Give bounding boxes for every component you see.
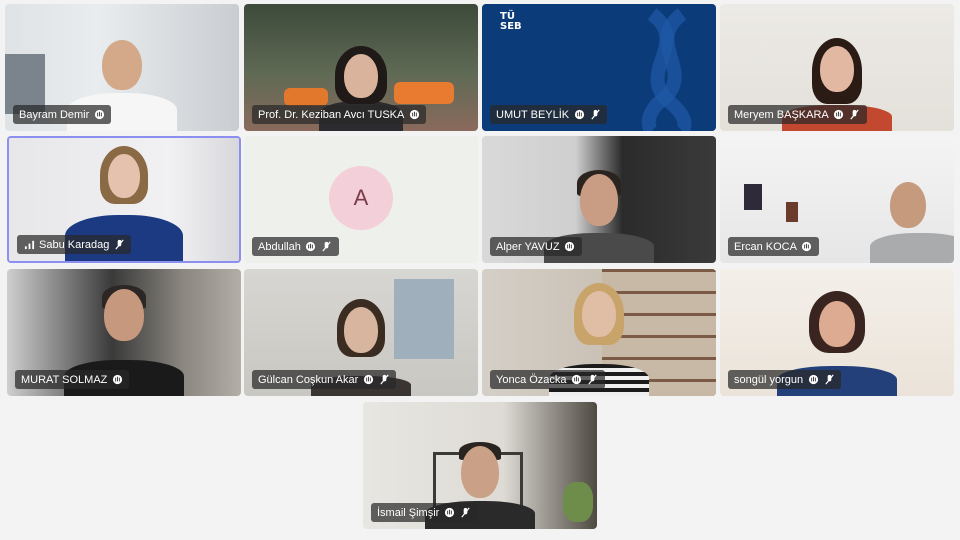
- mic-muted-icon: [823, 374, 835, 386]
- orange-chair: [284, 88, 328, 106]
- mic-muted-icon: [113, 239, 125, 251]
- participant-name-tag: Bayram Demir: [13, 105, 112, 124]
- participant-tile-songul-yorgun[interactable]: songül yorgun: [720, 269, 954, 396]
- participant-name-tag: Yonca Özacka: [490, 370, 605, 389]
- mic-muted-icon: [378, 374, 390, 386]
- hand-icon: [573, 109, 585, 121]
- participant-tile-ismail-simsir[interactable]: İsmail Şimşir: [363, 402, 597, 529]
- hand-icon: [408, 109, 420, 121]
- participant-name: İsmail Şimşir: [377, 506, 440, 519]
- person-head: [108, 154, 140, 198]
- person-head: [819, 301, 855, 347]
- person-head: [580, 174, 618, 226]
- participant-name-tag: songül yorgun: [728, 370, 842, 389]
- plant: [563, 482, 593, 522]
- hand-icon: [807, 374, 819, 386]
- person-head: [102, 40, 142, 90]
- participant-name: Prof. Dr. Keziban Avcı TUSKA: [258, 108, 405, 121]
- hand-icon: [833, 109, 845, 121]
- participant-name-tag: UMUT BEYLİK: [490, 105, 608, 124]
- participant-name-tag: Abdullah: [252, 237, 339, 256]
- participant-name: songül yorgun: [734, 373, 804, 386]
- participant-name: Alper YAVUZ: [496, 240, 560, 253]
- participant-name: Meryem BAŞKARA: [734, 108, 829, 121]
- participant-name: Ercan KOCA: [734, 240, 797, 253]
- participant-name-tag: Prof. Dr. Keziban Avcı TUSKA: [252, 105, 427, 124]
- participant-name-tag: Ercan KOCA: [728, 237, 819, 256]
- participant-name-tag: MURAT SOLMAZ: [15, 370, 130, 389]
- person-head: [582, 291, 616, 337]
- participant-name-tag: Gülcan Coşkun Akar: [252, 370, 397, 389]
- participant-tile-keziban-avci-tuska[interactable]: Prof. Dr. Keziban Avcı TUSKA: [244, 4, 478, 131]
- hand-icon: [571, 374, 583, 386]
- person-body: [870, 233, 954, 263]
- person-head: [104, 289, 144, 341]
- window-view: [394, 279, 454, 359]
- participant-name: Sabu Karadag: [39, 238, 110, 251]
- person-head: [890, 182, 926, 228]
- participant-name: Gülcan Coşkun Akar: [258, 373, 359, 386]
- person-head: [344, 307, 378, 353]
- participant-tile-murat-solmaz[interactable]: MURAT SOLMAZ: [7, 269, 241, 396]
- participant-tile-yonca-ozacka[interactable]: Yonca Özacka: [482, 269, 716, 396]
- participant-tile-alper-yavuz[interactable]: Alper YAVUZ: [482, 136, 716, 263]
- tusseb-logo: TÜ SEB: [500, 11, 522, 32]
- mic-muted-icon: [589, 109, 601, 121]
- mic-muted-icon: [321, 241, 333, 253]
- hand-icon: [564, 241, 576, 253]
- participant-tile-umut-beylik[interactable]: TÜ SEB UMUT BEYLİK: [482, 4, 716, 131]
- participant-tile-abdullah[interactable]: A Abdullah: [244, 136, 478, 263]
- orange-sofa: [394, 82, 454, 104]
- participant-name: UMUT BEYLİK: [496, 108, 570, 121]
- avatar: A: [329, 166, 393, 230]
- mic-muted-icon: [587, 374, 599, 386]
- participant-name: Abdullah: [258, 240, 301, 253]
- participant-name-tag: Sabu Karadag: [17, 235, 132, 254]
- participant-name: MURAT SOLMAZ: [21, 373, 108, 386]
- signal-bars-icon: [23, 239, 35, 251]
- mic-muted-icon: [459, 507, 471, 519]
- video-grid: Bayram Demir Prof. Dr. Keziban Avcı TUSK…: [0, 0, 960, 540]
- wall-poster: [786, 202, 798, 222]
- participant-tile-bayram-demir[interactable]: Bayram Demir: [5, 4, 239, 131]
- hand-icon: [305, 241, 317, 253]
- mic-muted-icon: [849, 109, 861, 121]
- participant-name: Yonca Özacka: [496, 373, 567, 386]
- participant-tile-ercan-koca[interactable]: Ercan KOCA: [720, 136, 954, 263]
- hand-icon: [443, 507, 455, 519]
- hand-icon: [801, 241, 813, 253]
- hand-icon: [111, 374, 123, 386]
- hand-icon: [362, 374, 374, 386]
- person-head: [820, 46, 854, 92]
- participant-name-tag: Alper YAVUZ: [490, 237, 582, 256]
- wall-poster: [744, 184, 762, 210]
- participant-tile-sabu-karadag[interactable]: Sabu Karadag: [7, 136, 241, 263]
- participant-name-tag: Meryem BAŞKARA: [728, 105, 867, 124]
- hand-icon: [93, 109, 105, 121]
- person-head: [461, 446, 499, 498]
- person-head: [344, 54, 378, 98]
- participant-name-tag: İsmail Şimşir: [371, 503, 478, 522]
- participant-tile-gulcan-coskun-akar[interactable]: Gülcan Coşkun Akar: [244, 269, 478, 396]
- participant-name: Bayram Demir: [19, 108, 90, 121]
- participant-tile-meryem-baskara[interactable]: Meryem BAŞKARA: [720, 4, 954, 131]
